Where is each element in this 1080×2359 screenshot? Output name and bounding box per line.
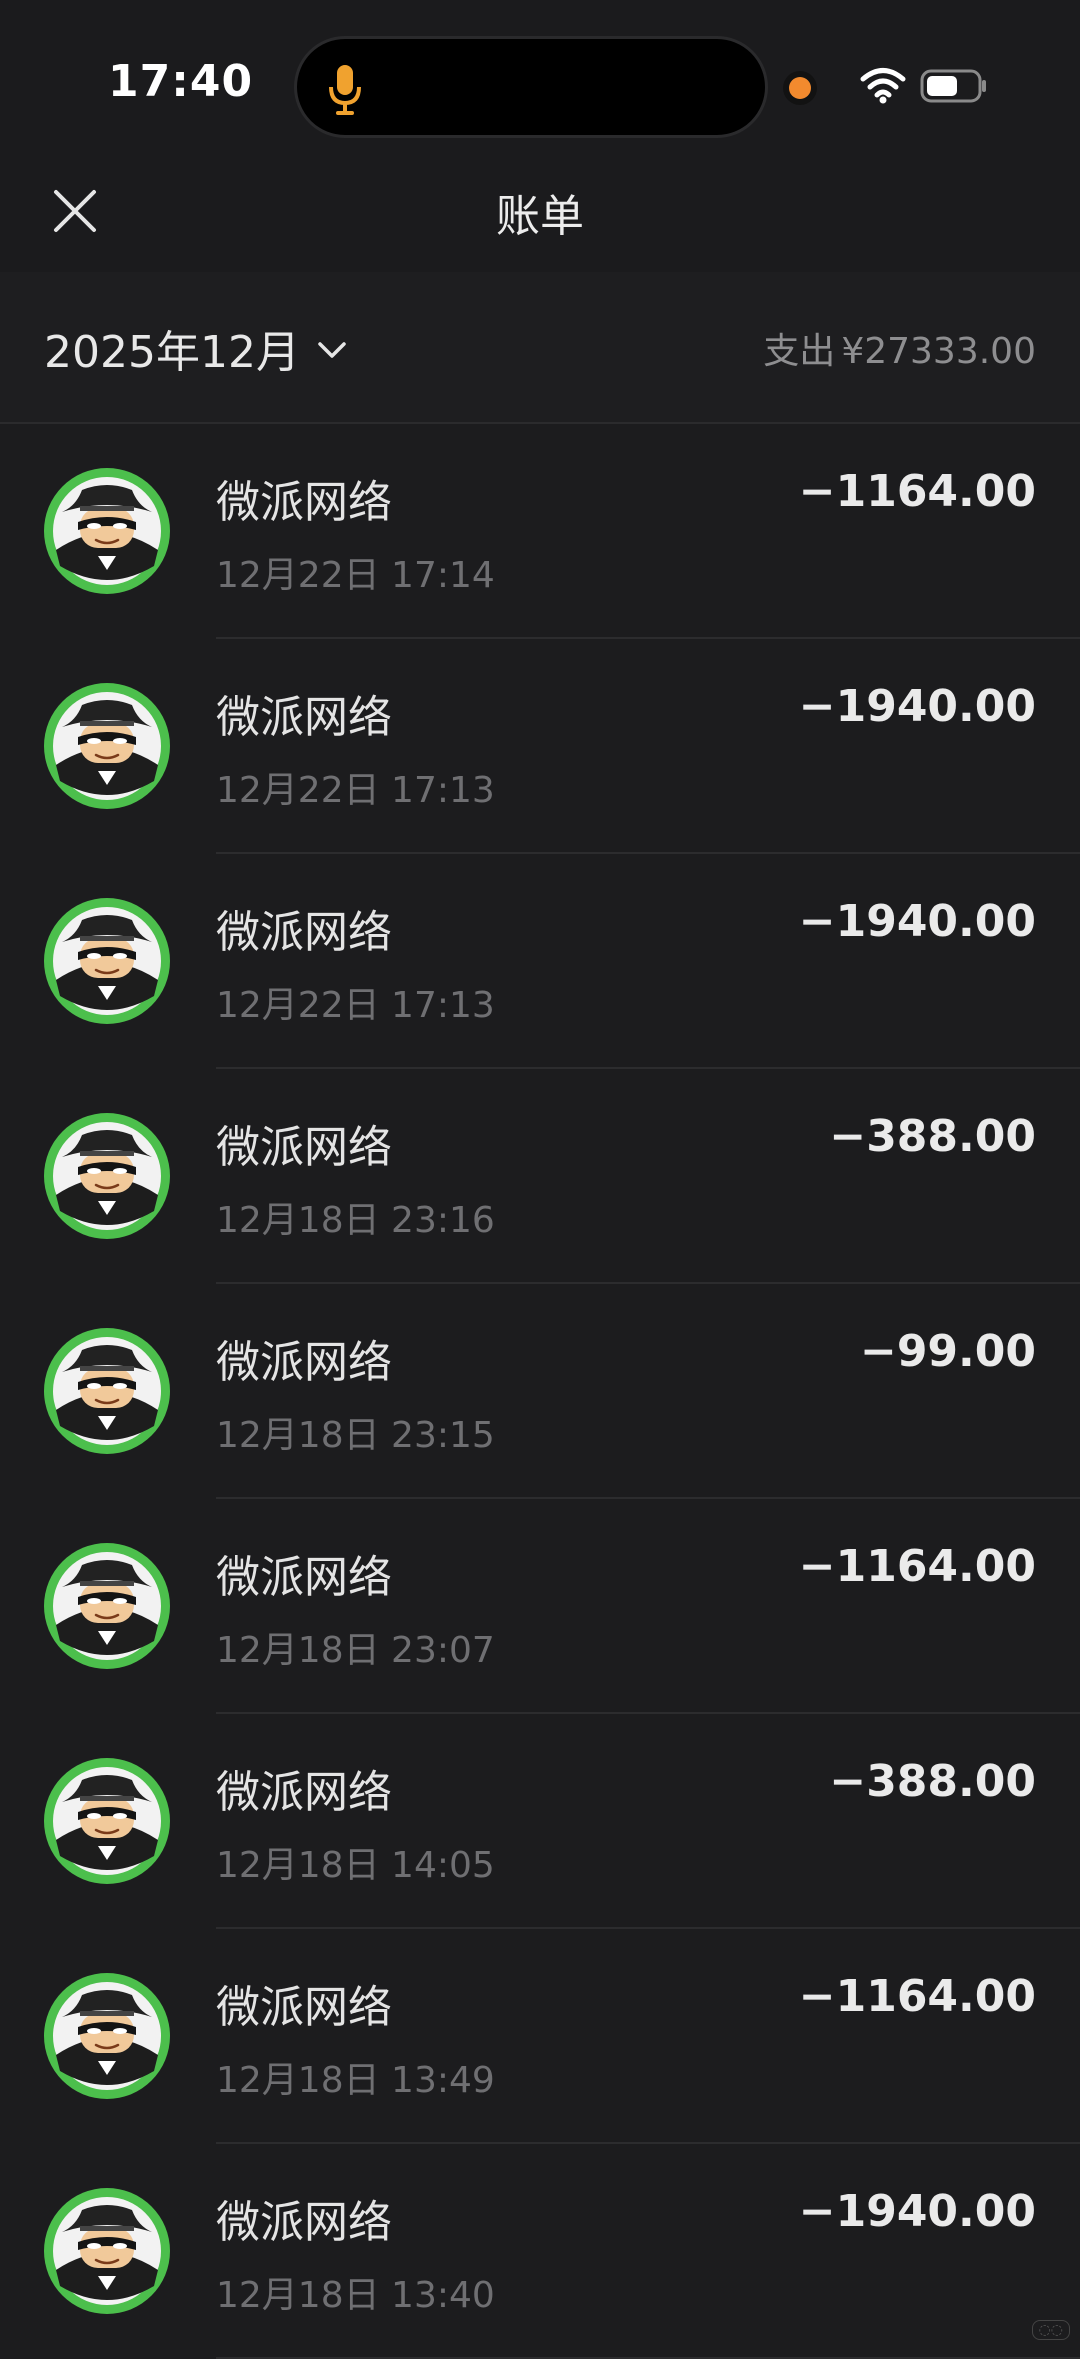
month-label: 2025年12月 (44, 327, 300, 378)
transaction-row[interactable]: 微派网络 12月18日 23:07 −1164.00 (0, 1499, 1080, 1714)
transaction-row[interactable]: 微派网络 12月18日 23:16 −388.00 (0, 1069, 1080, 1284)
transaction-amount: −1164.00 (798, 1971, 1036, 2022)
merchant-avatar-icon (44, 1758, 170, 1884)
transaction-row[interactable]: 微派网络 12月18日 13:49 −1164.00 (0, 1929, 1080, 2144)
transaction-amount: −1940.00 (798, 896, 1036, 947)
month-filter-bar: 2025年12月 支出 ¥27333.00 (0, 272, 1080, 424)
merchant-avatar-icon (44, 898, 170, 1024)
transaction-row[interactable]: 微派网络 12月18日 14:05 −388.00 (0, 1714, 1080, 1929)
merchant-avatar-icon (44, 1328, 170, 1454)
transaction-amount: −388.00 (829, 1756, 1036, 1807)
transaction-amount: −99.00 (859, 1326, 1036, 1377)
merchant-avatar-icon (44, 468, 170, 594)
expense-summary-amount: ¥27333.00 (841, 331, 1036, 372)
transaction-amount: −1164.00 (798, 1541, 1036, 1592)
merchant-name: 微派网络 (216, 1337, 392, 1388)
merchant-name: 微派网络 (216, 1982, 392, 2033)
corner-watermark: ◌◌ (1031, 2320, 1070, 2340)
status-bar: 17:40 (0, 0, 1080, 160)
merchant-name: 微派网络 (216, 692, 392, 743)
merchant-avatar-icon (44, 2188, 170, 2314)
transaction-amount: −1164.00 (798, 466, 1036, 517)
expense-summary-label: 支出 (763, 331, 836, 372)
nav-header: 账单 (0, 160, 1080, 273)
camera-indicator-dot (789, 77, 811, 99)
transaction-amount: −388.00 (829, 1111, 1036, 1162)
transaction-row[interactable]: 微派网络 12月22日 17:13 −1940.00 (0, 639, 1080, 854)
transaction-row[interactable]: 微派网络 12月18日 23:15 −99.00 (0, 1284, 1080, 1499)
page-title: 账单 (496, 191, 584, 242)
transaction-datetime: 12月18日 14:05 (216, 1845, 495, 1886)
transaction-datetime: 12月22日 17:13 (216, 770, 495, 811)
merchant-name: 微派网络 (216, 1552, 392, 1603)
battery-icon (920, 69, 986, 103)
transaction-amount: −1940.00 (798, 2186, 1036, 2237)
merchant-name: 微派网络 (216, 1767, 392, 1818)
transaction-datetime: 12月18日 23:16 (216, 1200, 495, 1241)
transaction-datetime: 12月18日 23:07 (216, 1630, 495, 1671)
transaction-row[interactable]: 微派网络 12月18日 13:40 −1940.00 (0, 2144, 1080, 2359)
wifi-icon (860, 68, 906, 104)
merchant-avatar-icon (44, 1113, 170, 1239)
transaction-datetime: 12月18日 13:40 (216, 2275, 495, 2316)
dynamic-island (294, 36, 768, 138)
chevron-down-icon (318, 342, 346, 358)
merchant-name: 微派网络 (216, 1122, 392, 1173)
merchant-avatar-icon (44, 1973, 170, 2099)
transaction-list: 微派网络 12月22日 17:14 −1164.00 微派网络 12月22日 1… (0, 424, 1080, 2359)
month-selector[interactable]: 2025年12月 (44, 316, 348, 380)
expense-summary: 支出 ¥27333.00 (757, 322, 1036, 374)
merchant-name: 微派网络 (216, 907, 392, 958)
transaction-datetime: 12月22日 17:13 (216, 985, 495, 1026)
merchant-avatar-icon (44, 683, 170, 809)
merchant-name: 微派网络 (216, 477, 392, 528)
mic-icon (329, 65, 361, 115)
merchant-name: 微派网络 (216, 2197, 392, 2248)
transaction-amount: −1940.00 (798, 681, 1036, 732)
transaction-datetime: 12月22日 17:14 (216, 555, 495, 596)
status-time: 17:40 (108, 56, 254, 107)
transaction-datetime: 12月18日 23:15 (216, 1415, 495, 1456)
transaction-row[interactable]: 微派网络 12月22日 17:14 −1164.00 (0, 424, 1080, 639)
transaction-datetime: 12月18日 13:49 (216, 2060, 495, 2101)
transaction-row[interactable]: 微派网络 12月22日 17:13 −1940.00 (0, 854, 1080, 1069)
merchant-avatar-icon (44, 1543, 170, 1669)
